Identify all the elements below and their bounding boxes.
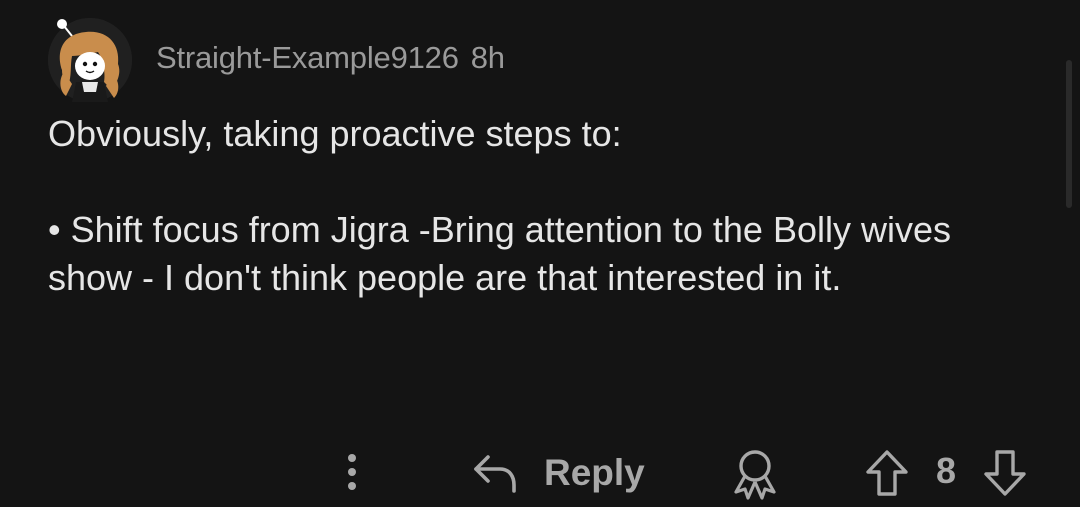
avatar[interactable] — [48, 18, 132, 102]
comment-meta: Straight-Example9126 8h — [156, 40, 505, 76]
award-icon[interactable] — [728, 446, 782, 505]
timestamp: 8h — [470, 40, 505, 75]
vote-score: 8 — [936, 450, 957, 491]
reply-button[interactable]: Reply — [470, 448, 645, 498]
more-vertical-icon[interactable] — [338, 450, 366, 494]
reply-label: Reply — [544, 452, 645, 493]
comment: Straight-Example9126 8h Obviously, takin… — [0, 0, 1080, 507]
comment-actions: Reply 8 — [0, 440, 1080, 504]
upvote-arrow-icon[interactable] — [864, 448, 910, 503]
username[interactable]: Straight-Example9126 — [156, 40, 459, 76]
comment-text-line: Obviously, taking proactive steps to: — [48, 113, 622, 154]
comment-header: Straight-Example9126 8h — [48, 17, 505, 103]
scrollbar[interactable] — [1066, 60, 1072, 208]
downvote-arrow-icon[interactable] — [982, 448, 1028, 503]
comment-body: Obviously, taking proactive steps to: • … — [48, 110, 1008, 302]
reply-arrow-icon — [474, 455, 516, 493]
comment-bullet-text: • Shift focus from Jigra -Bring attentio… — [48, 209, 951, 298]
avatar-image — [48, 18, 132, 102]
